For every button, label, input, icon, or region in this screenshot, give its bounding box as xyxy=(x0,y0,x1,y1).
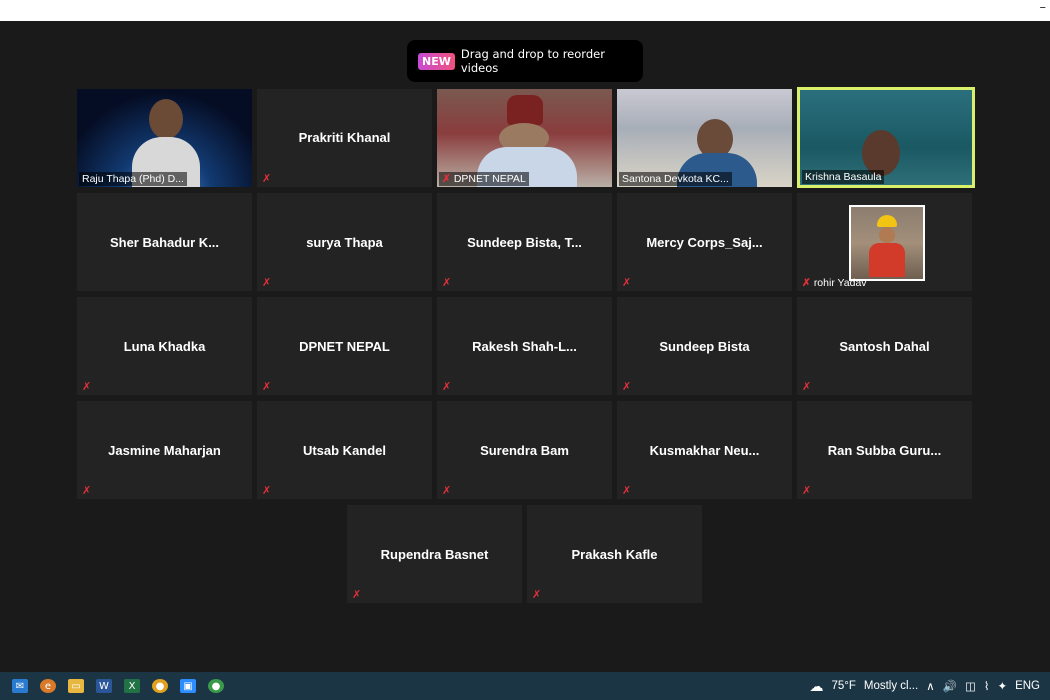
muted-mic-icon: ✗ xyxy=(622,276,632,289)
muted-mic-icon: ✗ xyxy=(442,276,452,289)
muted-mic-icon: ✗ xyxy=(622,484,632,497)
participant-name: Sundeep Bista, T... xyxy=(467,234,582,250)
video-tile-rupendra-basnet[interactable]: Rupendra Basnet ✗ xyxy=(347,505,522,603)
meet-now-icon[interactable]: ◫ xyxy=(965,679,976,693)
participant-name: Prakash Kafle xyxy=(571,546,658,562)
tray-chevron-up-icon[interactable]: ∧ xyxy=(926,679,934,693)
new-badge: NEW xyxy=(418,52,455,70)
participant-name-text: rohir Yadav xyxy=(813,277,867,289)
participant-name-text: DPNET NEPAL xyxy=(453,173,526,185)
video-tile-utsab-kandel[interactable]: Utsab Kandel ✗ xyxy=(257,401,432,499)
muted-mic-icon: ✗ xyxy=(262,276,272,289)
weather-cloud-icon[interactable]: ☁ xyxy=(809,678,823,695)
participant-name: Prakriti Khanal xyxy=(298,130,391,145)
muted-mic-icon: ✗ xyxy=(82,380,92,393)
video-tile-sundeep-bista-t[interactable]: Sundeep Bista, T... ✗ xyxy=(437,193,612,291)
muted-mic-icon: ✗ xyxy=(82,484,92,497)
video-tile-raju-thapa[interactable]: Raju Thapa (Phd) D... xyxy=(77,89,252,187)
participant-name-label: ✗ DPNET NEPAL xyxy=(439,172,529,186)
chrome-icon[interactable]: ● xyxy=(152,679,168,693)
muted-mic-icon: ✗ xyxy=(802,484,812,497)
video-tile-rakesh-shah[interactable]: Rakesh Shah-L... ✗ xyxy=(437,297,612,395)
system-tray: ☁ 75°F Mostly cl... ∧ 🔊 ◫ ⌇ ✦ ENG xyxy=(801,672,1040,700)
participant-name: Mercy Corps_Saj... xyxy=(646,234,763,250)
gallery-view: NEW Drag and drop to reorder videos Raju… xyxy=(0,21,1050,672)
file-explorer-icon[interactable]: ▭ xyxy=(68,679,84,693)
mail-icon[interactable]: ✉ xyxy=(12,679,28,693)
edge-icon[interactable]: e xyxy=(40,679,56,693)
video-tile-dpnet-nepal-2[interactable]: DPNET NEPAL ✗ xyxy=(257,297,432,395)
muted-mic-icon: ✗ xyxy=(622,380,632,393)
participant-name: Santosh Dahal xyxy=(839,338,930,354)
chrome-alt-icon[interactable]: ● xyxy=(208,679,224,693)
avatar-jacket xyxy=(869,243,905,277)
video-tile-surendra-bam[interactable]: Surendra Bam ✗ xyxy=(437,401,612,499)
weather-temperature[interactable]: 75°F xyxy=(831,680,855,692)
muted-mic-icon: ✗ xyxy=(262,484,272,497)
word-icon[interactable]: W xyxy=(96,679,112,693)
minimize-icon[interactable]: – xyxy=(1040,0,1047,16)
participant-name-label: Raju Thapa (Phd) D... xyxy=(79,172,187,186)
participant-video xyxy=(149,99,183,139)
muted-mic-icon: ✗ xyxy=(442,484,452,497)
participant-name: Jasmine Maharjan xyxy=(108,442,221,458)
toast-message: Drag and drop to reorder videos xyxy=(460,47,605,75)
video-tile-surya-thapa[interactable]: surya Thapa ✗ xyxy=(257,193,432,291)
muted-mic-icon: ✗ xyxy=(442,173,451,185)
video-tile-rohir-yadav[interactable]: ✗ rohir Yadav xyxy=(797,193,972,291)
participant-name: Ran Subba Guru... xyxy=(827,442,942,458)
dropbox-icon[interactable]: ✦ xyxy=(997,679,1007,693)
weather-text[interactable]: Mostly cl... xyxy=(864,680,918,692)
muted-mic-icon: ✗ xyxy=(262,172,272,185)
video-tile-luna-khadka[interactable]: Luna Khadka ✗ xyxy=(77,297,252,395)
muted-mic-icon: ✗ xyxy=(802,380,812,393)
participant-name: Rupendra Basnet xyxy=(380,546,489,562)
zoom-icon[interactable]: ▣ xyxy=(180,679,196,693)
avatar-face xyxy=(879,227,895,243)
video-tile-mercy-corps[interactable]: Mercy Corps_Saj... ✗ xyxy=(617,193,792,291)
participant-name-label: Santona Devkota KC... xyxy=(619,172,732,186)
excel-icon[interactable]: X xyxy=(124,679,140,693)
video-tile-santosh-dahal[interactable]: Santosh Dahal ✗ xyxy=(797,297,972,395)
participant-avatar xyxy=(849,205,925,281)
participant-video xyxy=(507,95,543,125)
reorder-toast: NEW Drag and drop to reorder videos xyxy=(407,40,643,82)
language-indicator[interactable]: ENG xyxy=(1015,680,1040,692)
video-tile-sundeep-bista[interactable]: Sundeep Bista ✗ xyxy=(617,297,792,395)
video-tile-prakash-kafle[interactable]: Prakash Kafle ✗ xyxy=(527,505,702,603)
participant-name: Surendra Bam xyxy=(480,442,569,458)
video-tile-sher-bahadur[interactable]: Sher Bahadur K... xyxy=(77,193,252,291)
participant-name: Sundeep Bista xyxy=(659,338,750,354)
muted-mic-icon: ✗ xyxy=(532,588,542,601)
participant-name: Rakesh Shah-L... xyxy=(472,338,577,354)
video-tile-prakriti-khanal[interactable]: Prakriti Khanal ✗ xyxy=(257,89,432,187)
window-title-bar: – xyxy=(0,0,1050,21)
muted-mic-icon: ✗ xyxy=(442,380,452,393)
muted-mic-icon: ✗ xyxy=(262,380,272,393)
volume-icon[interactable]: 🔊 xyxy=(943,679,957,693)
hard-hat-icon xyxy=(877,215,897,227)
video-tile-jasmine-maharjan[interactable]: Jasmine Maharjan ✗ xyxy=(77,401,252,499)
network-icon[interactable]: ⌇ xyxy=(984,679,990,693)
participant-name-label: Krishna Basaula xyxy=(802,170,885,184)
windows-taskbar: ✉ e ▭ W X ● ▣ ● ☁ 75°F Mostly cl... ∧ 🔊 … xyxy=(0,672,1050,700)
video-tile-santona-devkota[interactable]: Santona Devkota KC... xyxy=(617,89,792,187)
video-tile-dpnet-nepal[interactable]: ✗ DPNET NEPAL xyxy=(437,89,612,187)
video-tile-krishna-basaula[interactable]: Krishna Basaula xyxy=(797,87,975,188)
participant-name: Sher Bahadur K... xyxy=(109,234,220,250)
participant-name: Kusmakhar Neu... xyxy=(649,442,760,458)
participant-name: Utsab Kandel xyxy=(302,442,387,458)
muted-mic-icon: ✗ xyxy=(802,277,811,289)
muted-mic-icon: ✗ xyxy=(352,588,362,601)
video-tile-kusmakhar-neu[interactable]: Kusmakhar Neu... ✗ xyxy=(617,401,792,499)
participant-name-label: ✗ rohir Yadav xyxy=(799,276,870,290)
participant-name: DPNET NEPAL xyxy=(299,338,390,354)
participant-name: surya Thapa xyxy=(306,234,383,250)
video-tile-ran-subba-guru[interactable]: Ran Subba Guru... ✗ xyxy=(797,401,972,499)
participant-name: Luna Khadka xyxy=(123,338,206,354)
